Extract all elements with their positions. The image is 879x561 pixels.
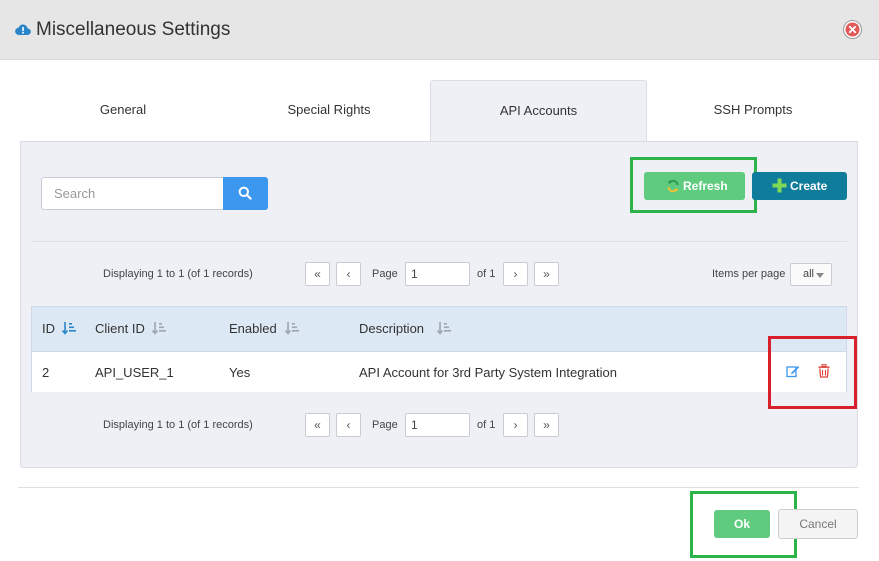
create-label: Create	[790, 179, 828, 193]
refresh-button[interactable]: Refresh	[644, 172, 745, 200]
actions-highlight-box	[768, 336, 857, 409]
next-page-button[interactable]: ›	[503, 413, 528, 437]
last-page-button[interactable]: »	[534, 413, 559, 437]
tab-special-rights[interactable]: Special Rights	[228, 80, 430, 142]
search-button[interactable]	[223, 177, 268, 210]
toolbar-divider	[31, 241, 847, 242]
page-number-input[interactable]: 1	[405, 262, 470, 286]
tab-ssh-prompts[interactable]: SSH Prompts	[647, 80, 859, 142]
refresh-icon	[667, 179, 679, 193]
page-count-label: of 1	[477, 419, 496, 431]
chevron-down-icon	[816, 273, 824, 278]
cell-description: API Account for 3rd Party System Integra…	[359, 365, 617, 380]
page-label: Page	[372, 268, 398, 280]
items-per-page-label: Items per page	[712, 268, 786, 280]
column-header-client-id[interactable]: Client ID	[95, 321, 166, 336]
next-page-button[interactable]: ›	[503, 262, 528, 286]
last-page-button[interactable]: »	[534, 262, 559, 286]
dialog-header: Miscellaneous Settings	[0, 0, 879, 60]
items-per-page-value: all	[803, 268, 815, 280]
page-label: Page	[372, 419, 398, 431]
close-button[interactable]	[843, 20, 862, 39]
footer-divider	[18, 487, 859, 488]
column-header-id[interactable]: ID	[42, 321, 76, 336]
cloud-alert-icon	[15, 24, 31, 36]
sort-active-icon[interactable]	[62, 321, 76, 335]
plus-icon	[772, 178, 787, 193]
page-number-input[interactable]: 1	[405, 413, 470, 437]
sort-icon[interactable]	[285, 321, 299, 335]
prev-page-button[interactable]: ‹	[336, 413, 361, 437]
column-header-enabled[interactable]: Enabled	[229, 321, 299, 336]
close-circle-icon[interactable]	[845, 22, 860, 37]
cancel-button[interactable]: Cancel	[778, 509, 858, 539]
tab-general[interactable]: General	[18, 80, 228, 142]
cell-id: 2	[42, 365, 50, 380]
prev-page-button[interactable]: ‹	[336, 262, 361, 286]
create-button[interactable]: Create	[752, 172, 847, 200]
refresh-label: Refresh	[683, 179, 728, 193]
pager-bottom: Displaying 1 to 1 (of 1 records) « ‹ Pag…	[0, 413, 879, 438]
records-info: Displaying 1 to 1 (of 1 records)	[103, 419, 253, 431]
items-per-page-select[interactable]: all	[790, 263, 832, 286]
dialog-title: Miscellaneous Settings	[36, 19, 231, 40]
tab-api-accounts[interactable]: API Accounts	[430, 80, 647, 142]
sort-icon[interactable]	[437, 321, 451, 335]
cell-client-id: API_USER_1	[95, 365, 174, 380]
table-row[interactable]: 2 API_USER_1 Yes API Account for 3rd Par…	[32, 352, 846, 392]
magnifier-icon	[238, 186, 252, 200]
sort-icon[interactable]	[152, 321, 166, 335]
cell-enabled: Yes	[229, 365, 251, 380]
column-header-description[interactable]: Description	[359, 321, 451, 336]
table-header: ID Client ID Enabled Description	[32, 307, 846, 352]
first-page-button[interactable]: «	[305, 413, 330, 437]
api-accounts-table: ID Client ID Enabled Description 2 API_U…	[31, 306, 847, 392]
records-info: Displaying 1 to 1 (of 1 records)	[103, 268, 253, 280]
settings-tabs: General Special Rights API Accounts SSH …	[18, 80, 859, 142]
pager-top: Displaying 1 to 1 (of 1 records) « ‹ Pag…	[0, 262, 879, 287]
ok-button[interactable]: Ok	[714, 510, 770, 538]
search-input[interactable]	[41, 177, 224, 210]
first-page-button[interactable]: «	[305, 262, 330, 286]
page-count-label: of 1	[477, 268, 496, 280]
